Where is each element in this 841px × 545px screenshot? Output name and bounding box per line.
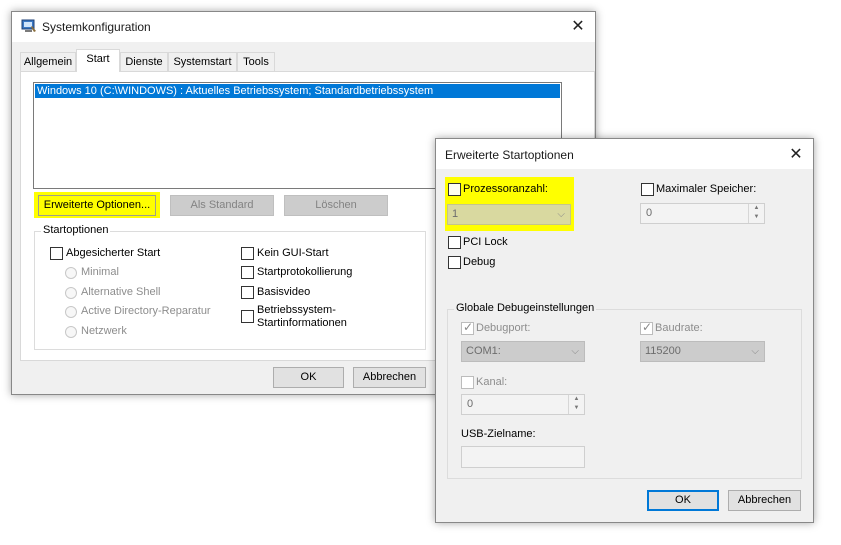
channel-checkbox[interactable] — [461, 376, 474, 389]
chevron-down-icon: ⌵ — [557, 209, 565, 220]
channel-label: Kanal: — [476, 376, 508, 388]
processor-count-label: Prozessoranzahl: — [463, 183, 548, 195]
msconfig-app-icon — [21, 19, 37, 34]
os-boot-info-label-line2: Startinformationen — [257, 317, 347, 329]
advanced-options-button[interactable]: Erweiterte Optionen... — [38, 195, 156, 216]
os-boot-info-checkbox[interactable] — [241, 310, 254, 323]
tab-allgemein[interactable]: Allgemein — [20, 52, 76, 72]
spin-arrows-icon[interactable]: ▲ ▼ — [748, 204, 764, 223]
advanced-options-label: Erweiterte Optionen... — [43, 199, 151, 211]
tab-label: Systemstart — [173, 56, 232, 68]
chevron-down-icon: ⌵ — [571, 346, 579, 357]
tab-label: Tools — [243, 56, 269, 68]
boot-log-checkbox[interactable] — [241, 266, 254, 279]
radio-ad-repair-label: Active Directory-Reparatur — [81, 305, 211, 317]
tab-label: Dienste — [125, 56, 163, 68]
pci-lock-label: PCI Lock — [463, 236, 508, 248]
no-gui-label: Kein GUI-Start — [257, 247, 329, 259]
debugport-label: Debugport: — [476, 322, 531, 334]
processor-count-checkbox[interactable] — [448, 183, 461, 196]
dialog-cancel-label: Abbrechen — [737, 494, 792, 506]
baudrate-value: 115200 — [645, 345, 681, 357]
channel-spinner[interactable]: 0 ▲ ▼ — [461, 394, 585, 415]
main-cancel-label: Abbrechen — [362, 371, 417, 383]
tab-start[interactable]: Start — [76, 49, 120, 72]
boot-entry-label: Windows 10 (C:\WINDOWS) : Aktuelles Betr… — [37, 85, 434, 97]
startoptionen-title: Startoptionen — [41, 224, 111, 236]
radio-netzwerk-label: Netzwerk — [81, 325, 127, 337]
debug-checkbox[interactable] — [448, 256, 461, 269]
debugport-select[interactable]: COM1: ⌵ — [461, 341, 585, 362]
main-window-title: Systemkonfiguration — [42, 20, 151, 34]
processor-count-value: 1 — [452, 208, 459, 220]
debugport-checkbox[interactable] — [461, 320, 474, 335]
no-gui-checkbox[interactable] — [241, 247, 254, 260]
tab-systemstart[interactable]: Systemstart — [168, 52, 237, 72]
radio-minimal-label: Minimal — [81, 266, 119, 278]
boot-entry-row[interactable]: Windows 10 (C:\WINDOWS) : Aktuelles Betr… — [35, 84, 560, 98]
pci-lock-checkbox[interactable] — [448, 236, 461, 249]
tab-tools[interactable]: Tools — [237, 52, 275, 72]
safe-boot-label: Abgesicherter Start — [66, 247, 161, 259]
boot-log-label: Startprotokollierung — [257, 266, 353, 278]
debug-settings-title: Globale Debugeinstellungen — [454, 302, 597, 314]
max-memory-label: Maximaler Speicher: — [656, 183, 757, 195]
debugport-value: COM1: — [466, 345, 501, 357]
radio-minimal[interactable] — [65, 267, 77, 279]
main-ok-label: OK — [300, 371, 317, 383]
main-close-icon[interactable]: ✕ — [563, 13, 593, 41]
debug-label: Debug — [463, 256, 496, 268]
dialog-cancel-button[interactable]: Abbrechen — [728, 490, 801, 511]
channel-value: 0 — [467, 398, 474, 410]
dialog-ok-button[interactable]: OK — [647, 490, 719, 511]
dialog-ok-label: OK — [675, 494, 691, 506]
set-default-label: Als Standard — [190, 199, 254, 211]
spin-arrows-icon[interactable]: ▲ ▼ — [568, 395, 584, 414]
dialog-titlebar[interactable]: Erweiterte Startoptionen ✕ — [436, 139, 813, 169]
radio-alternative-shell[interactable] — [65, 287, 77, 299]
radio-ad-repair[interactable] — [65, 306, 77, 318]
dialog-title: Erweiterte Startoptionen — [445, 148, 574, 162]
main-ok-button[interactable]: OK — [273, 367, 344, 388]
safe-boot-checkbox[interactable] — [50, 247, 63, 260]
radio-netzwerk[interactable] — [65, 326, 77, 338]
tab-dienste[interactable]: Dienste — [120, 52, 168, 72]
max-memory-checkbox[interactable] — [641, 183, 654, 196]
max-memory-spinner[interactable]: 0 ▲ ▼ — [640, 203, 765, 224]
usb-target-input[interactable] — [461, 446, 585, 468]
set-default-button[interactable]: Als Standard — [170, 195, 274, 216]
usb-target-label: USB-Zielname: — [461, 428, 536, 440]
dialog-close-icon[interactable]: ✕ — [781, 141, 811, 169]
delete-button[interactable]: Löschen — [284, 195, 388, 216]
processor-count-select[interactable]: 1 ⌵ — [447, 204, 571, 225]
tab-label: Allgemein — [23, 56, 73, 68]
base-video-checkbox[interactable] — [241, 286, 254, 299]
max-memory-value: 0 — [646, 207, 653, 219]
delete-label: Löschen — [315, 199, 357, 211]
base-video-label: Basisvideo — [257, 286, 311, 298]
os-boot-info-label-line1: Betriebssystem- — [257, 304, 336, 316]
baudrate-select[interactable]: 115200 ⌵ — [640, 341, 765, 362]
tab-label: Start — [86, 53, 110, 65]
baudrate-checkbox[interactable] — [640, 320, 653, 335]
baudrate-label: Baudrate: — [655, 322, 703, 334]
main-titlebar[interactable]: Systemkonfiguration ✕ — [12, 12, 595, 42]
erweiterte-startoptionen-dialog: Erweiterte Startoptionen ✕ Prozessoranza… — [435, 138, 814, 523]
chevron-down-icon: ⌵ — [751, 346, 759, 357]
radio-alternative-shell-label: Alternative Shell — [81, 286, 161, 298]
main-cancel-button[interactable]: Abbrechen — [353, 367, 426, 388]
